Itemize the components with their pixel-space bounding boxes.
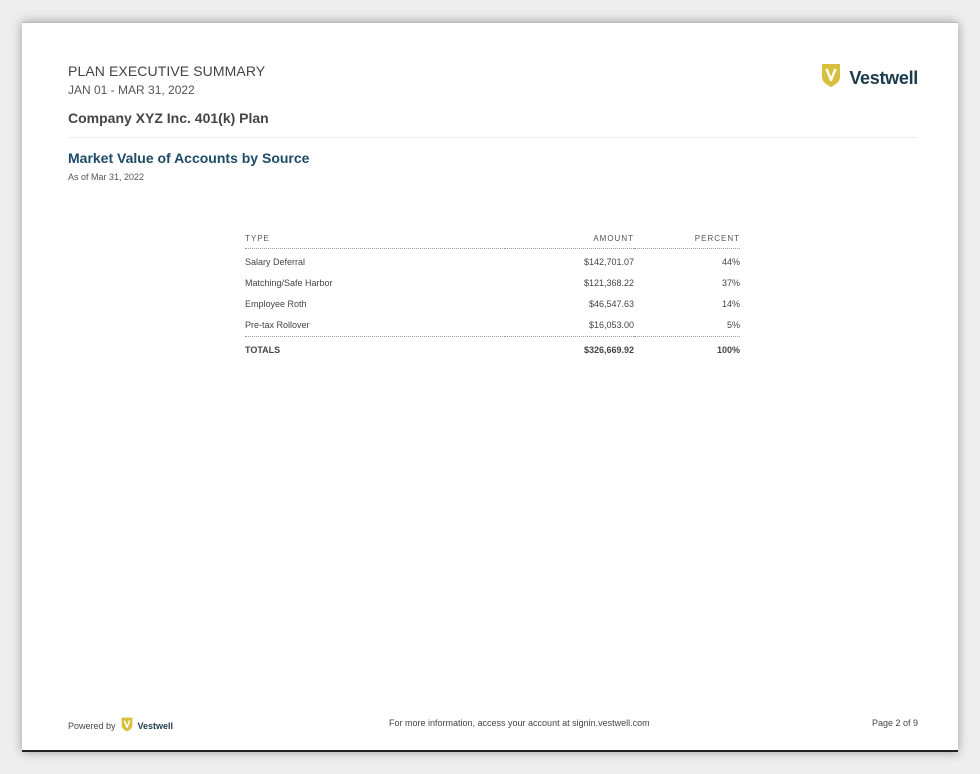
column-header-percent: PERCENT	[634, 231, 740, 249]
report-header: PLAN EXECUTIVE SUMMARY JAN 01 - MAR 31, …	[68, 63, 269, 126]
totals-row: TOTALS $326,669.92 100%	[245, 336, 740, 361]
column-header-amount: AMOUNT	[505, 231, 634, 249]
cell-type: Pre-tax Rollover	[245, 320, 310, 330]
vestwell-logo: Vestwell	[821, 63, 918, 93]
cell-percent: 37%	[721, 278, 740, 288]
section-as-of-date: As of Mar 31, 2022	[68, 172, 145, 182]
shield-v-icon	[121, 717, 133, 734]
cell-percent: 44%	[721, 257, 740, 267]
cell-amount: $142,701.07	[583, 257, 634, 267]
header-divider	[68, 137, 918, 138]
cell-amount: $46,547.63	[588, 299, 634, 309]
cell-amount: $121,368.22	[583, 278, 634, 288]
shield-v-icon	[821, 63, 841, 93]
powered-by: Powered by Vestwell	[68, 717, 173, 734]
table-row: Matching/Safe Harbor $121,368.22 37%	[245, 273, 740, 294]
logo-brand-name: Vestwell	[849, 67, 918, 88]
column-header-type: TYPE	[245, 231, 505, 249]
cell-type: Matching/Safe Harbor	[245, 278, 333, 288]
table-row: Salary Deferral $142,701.07 44%	[245, 249, 740, 274]
totals-amount: $326,669.92	[505, 336, 634, 361]
section-title: Market Value of Accounts by Source	[68, 150, 310, 166]
table-row: Pre-tax Rollover $16,053.00 5%	[245, 315, 740, 337]
page-number: Page 2 of 9	[871, 718, 918, 728]
footer-info-text: For more information, access your accoun…	[389, 718, 650, 728]
powered-by-label: Powered by	[68, 720, 116, 731]
totals-percent: 100%	[634, 336, 740, 361]
totals-label: TOTALS	[245, 336, 505, 361]
cell-percent: 14%	[721, 299, 740, 309]
table-row: Employee Roth $46,547.63 14%	[245, 294, 740, 315]
footer-brand-name: Vestwell	[137, 720, 174, 731]
cell-type: Salary Deferral	[245, 257, 306, 267]
plan-name: Company XYZ Inc. 401(k) Plan	[68, 110, 269, 126]
cell-type: Employee Roth	[245, 299, 307, 309]
table-header-row: TYPE AMOUNT PERCENT	[245, 231, 740, 249]
report-page: PLAN EXECUTIVE SUMMARY JAN 01 - MAR 31, …	[22, 22, 958, 752]
cell-amount: $16,053.00	[588, 320, 634, 330]
source-table: TYPE AMOUNT PERCENT Salary Deferral $142…	[245, 231, 740, 361]
report-period: JAN 01 - MAR 31, 2022	[68, 83, 195, 97]
cell-percent: 5%	[726, 320, 740, 330]
document-title: PLAN EXECUTIVE SUMMARY	[68, 63, 266, 79]
